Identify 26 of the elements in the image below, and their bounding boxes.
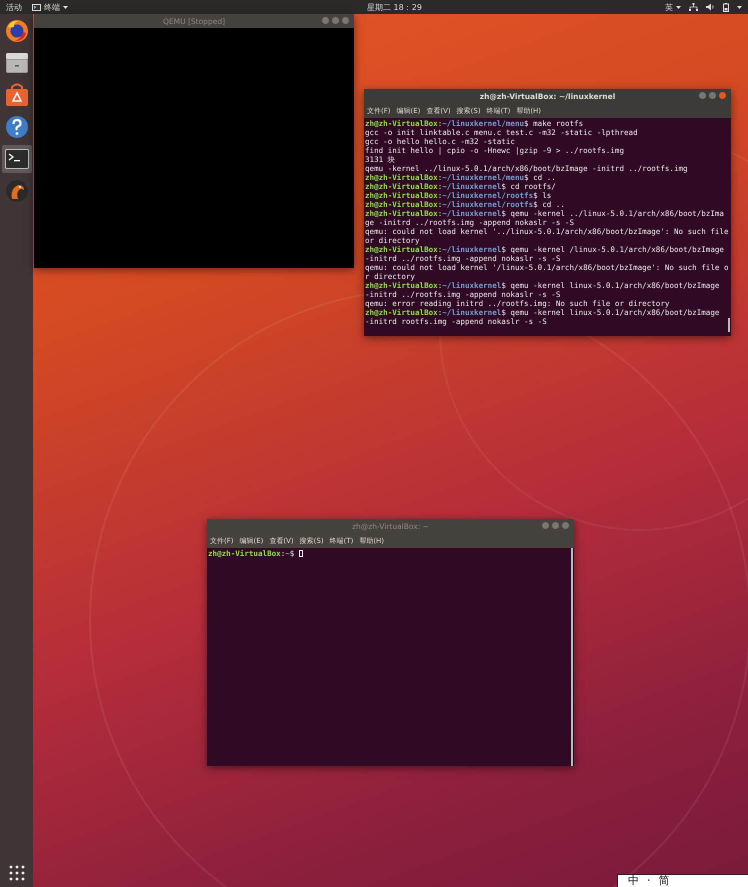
- activities-button[interactable]: 活动: [6, 2, 22, 12]
- shopping-bag-icon: [4, 83, 28, 107]
- globe-fox-icon: [4, 19, 28, 43]
- terminal-icon: [4, 149, 28, 169]
- terminal-launcher[interactable]: [2, 145, 32, 173]
- app-menu[interactable]: 终端: [32, 2, 68, 12]
- file-cabinet-icon: [4, 52, 28, 74]
- close-button[interactable]: [719, 92, 726, 99]
- minimize-button[interactable]: [699, 92, 706, 99]
- maximize-button[interactable]: [709, 92, 716, 99]
- input-method-menu[interactable]: 英: [665, 2, 681, 12]
- volume-icon[interactable]: [706, 3, 715, 11]
- caret-icon: [63, 6, 68, 8]
- terminal-icon: [32, 4, 41, 10]
- bird-logo-icon: [4, 179, 28, 203]
- network-icon[interactable]: [689, 3, 698, 11]
- ime-status[interactable]: 中: [628, 875, 639, 887]
- app-grid-icon[interactable]: [8, 865, 24, 881]
- ime-status[interactable]: 简: [658, 875, 670, 887]
- scrollbar[interactable]: [571, 548, 573, 766]
- clock[interactable]: 星期二 18：29: [367, 2, 422, 12]
- help-icon: [4, 115, 28, 139]
- caret-icon: [676, 6, 681, 8]
- caret-icon[interactable]: [737, 6, 742, 8]
- battery-icon[interactable]: [723, 2, 729, 12]
- scrollbar[interactable]: [728, 318, 730, 332]
